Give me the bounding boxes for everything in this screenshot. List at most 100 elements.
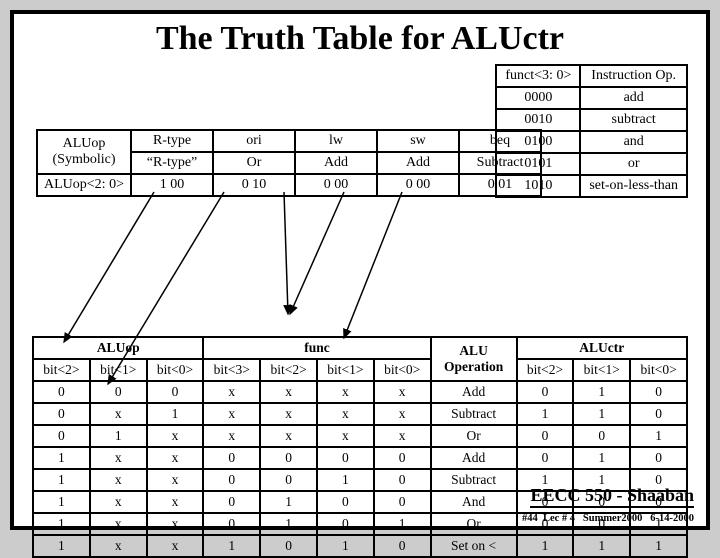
table-cell: 1 bbox=[33, 469, 90, 491]
table-cell: 0 bbox=[630, 403, 687, 425]
table-cell: 0 bbox=[33, 403, 90, 425]
table-cell: x bbox=[90, 491, 147, 513]
table-cell: 1 bbox=[317, 469, 374, 491]
cell: 0010 bbox=[496, 109, 580, 131]
page-title: The Truth Table for ALUctr bbox=[14, 20, 706, 58]
cell: or bbox=[580, 153, 687, 175]
table-cell: 0 bbox=[517, 425, 574, 447]
table-cell: x bbox=[90, 513, 147, 535]
table-cell: 0 bbox=[260, 469, 317, 491]
table-cell: x bbox=[374, 381, 431, 403]
colhdr: bit<0> bbox=[147, 359, 204, 381]
cell: subtract bbox=[580, 109, 687, 131]
table-cell: x bbox=[260, 381, 317, 403]
table-cell: x bbox=[203, 425, 260, 447]
table-cell: 1 bbox=[203, 535, 260, 557]
colhdr: bit<0> bbox=[630, 359, 687, 381]
table-cell: 0 bbox=[317, 447, 374, 469]
alu-operation-section: ALU Operation bbox=[431, 337, 517, 381]
course-footer: EECC 550 - Shaaban bbox=[530, 485, 694, 508]
table-cell: 1 bbox=[573, 381, 630, 403]
table-cell: 0 bbox=[33, 381, 90, 403]
table-cell: 1 bbox=[630, 425, 687, 447]
table-cell: 0 bbox=[203, 491, 260, 513]
table-cell: x bbox=[260, 425, 317, 447]
table-cell: 0 bbox=[374, 535, 431, 557]
table-cell: 0 bbox=[147, 381, 204, 403]
table-cell: 0 bbox=[33, 425, 90, 447]
table-cell: Subtract bbox=[431, 403, 517, 425]
aluctr-section: ALUctr bbox=[517, 337, 687, 359]
colhdr: bit<2> bbox=[260, 359, 317, 381]
page-footer: #44 Lec # 4 Summer2000 6-14-2000 bbox=[522, 513, 694, 524]
cell: lw bbox=[295, 130, 377, 152]
table-cell: Set on < bbox=[431, 535, 517, 557]
table-cell: 0 bbox=[317, 491, 374, 513]
cell: R-type bbox=[131, 130, 213, 152]
aluop-bits-label: ALUop<2: 0> bbox=[37, 174, 131, 196]
table-cell: x bbox=[147, 535, 204, 557]
table-cell: 1 bbox=[517, 403, 574, 425]
table-cell: x bbox=[317, 425, 374, 447]
table-cell: x bbox=[90, 403, 147, 425]
table-cell: 1 bbox=[90, 425, 147, 447]
table-cell: 1 bbox=[317, 535, 374, 557]
func-section: func bbox=[203, 337, 430, 359]
table-cell: x bbox=[260, 403, 317, 425]
cell: Or bbox=[213, 152, 295, 174]
table-cell: 0 bbox=[203, 513, 260, 535]
table-cell: 0 bbox=[374, 447, 431, 469]
table-cell: And bbox=[431, 491, 517, 513]
colhdr: bit<1> bbox=[317, 359, 374, 381]
table-cell: 1 bbox=[517, 535, 574, 557]
table-cell: 1 bbox=[260, 513, 317, 535]
table-cell: x bbox=[147, 469, 204, 491]
table-cell: 0 bbox=[517, 381, 574, 403]
cell: “R-type” bbox=[131, 152, 213, 174]
table-cell: 1 bbox=[630, 535, 687, 557]
table-cell: 0 bbox=[374, 469, 431, 491]
table-cell: 0 bbox=[260, 447, 317, 469]
table-cell: Add bbox=[431, 447, 517, 469]
table-cell: 1 bbox=[147, 403, 204, 425]
truth-table: ALUop func ALU Operation ALUctr bit<2> b… bbox=[32, 336, 688, 558]
table-cell: 0 bbox=[203, 469, 260, 491]
table-cell: 1 bbox=[374, 513, 431, 535]
cell: sw bbox=[377, 130, 459, 152]
table-cell: x bbox=[203, 403, 260, 425]
colhdr: bit<3> bbox=[203, 359, 260, 381]
cell: set-on-less-than bbox=[580, 175, 687, 197]
cell: add bbox=[580, 87, 687, 109]
table-cell: 0 bbox=[317, 513, 374, 535]
cell: 1 00 bbox=[131, 174, 213, 196]
table-cell: x bbox=[147, 513, 204, 535]
table-cell: 0 bbox=[203, 447, 260, 469]
table-cell: Or bbox=[431, 425, 517, 447]
table-cell: 1 bbox=[33, 447, 90, 469]
cell: and bbox=[580, 131, 687, 153]
cell: 0 00 bbox=[295, 174, 377, 196]
table-cell: x bbox=[317, 381, 374, 403]
cell: Add bbox=[377, 152, 459, 174]
table-cell: 1 bbox=[573, 535, 630, 557]
table-cell: x bbox=[203, 381, 260, 403]
table-cell: x bbox=[147, 491, 204, 513]
cell: beq bbox=[459, 130, 541, 152]
colhdr: bit<1> bbox=[90, 359, 147, 381]
table-cell: 0 bbox=[573, 425, 630, 447]
table-cell: 1 bbox=[260, 491, 317, 513]
table-cell: 0 bbox=[517, 447, 574, 469]
table-cell: Add bbox=[431, 381, 517, 403]
cell: 0 01 bbox=[459, 174, 541, 196]
table-cell: 1 bbox=[33, 513, 90, 535]
table-cell: 1 bbox=[573, 403, 630, 425]
table-cell: x bbox=[374, 425, 431, 447]
table-cell: x bbox=[90, 535, 147, 557]
colhdr: bit<1> bbox=[573, 359, 630, 381]
cell: 0000 bbox=[496, 87, 580, 109]
funct-header: funct<3: 0> bbox=[496, 65, 580, 87]
table-cell: x bbox=[147, 447, 204, 469]
table-cell: x bbox=[317, 403, 374, 425]
table-cell: x bbox=[90, 469, 147, 491]
aluop-symb-label: ALUop (Symbolic) bbox=[37, 130, 131, 174]
